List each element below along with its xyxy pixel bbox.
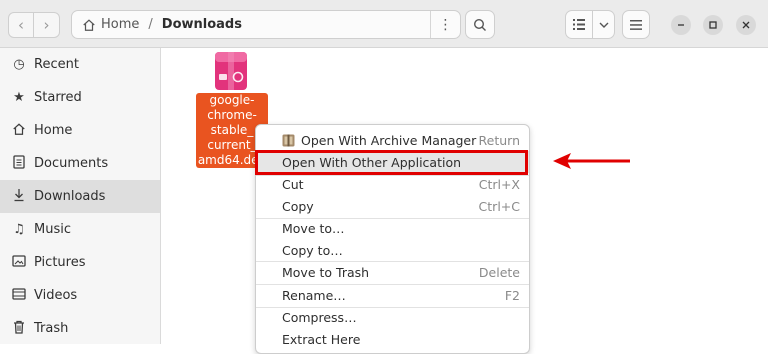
view-options-button[interactable]: [593, 10, 615, 39]
sidebar-item-label: Downloads: [34, 189, 106, 204]
sidebar-item-videos[interactable]: Videos: [0, 279, 160, 312]
menu-item-label: Move to…: [282, 220, 345, 236]
sidebar-item-label: Videos: [34, 288, 78, 303]
sidebar: ◷ Recent ★ Starred Home Documents Downlo…: [0, 48, 161, 344]
menu-item-label: Extract Here: [282, 331, 361, 347]
close-icon: [742, 21, 750, 29]
sidebar-item-label: Recent: [34, 57, 79, 72]
minimize-button[interactable]: [671, 15, 691, 35]
forward-button[interactable]: ›: [34, 12, 60, 38]
chevron-right-icon: ›: [43, 16, 50, 34]
menu-item-label: Copy to…: [282, 242, 343, 258]
maximize-button[interactable]: [703, 15, 723, 35]
menu-item-accelerator: Delete: [478, 264, 520, 280]
sidebar-item-documents[interactable]: Documents: [0, 147, 160, 180]
path-current[interactable]: Downloads: [162, 17, 242, 32]
video-icon: [11, 287, 27, 304]
menu-item-open-with-archive-manager[interactable]: Open With Archive Manager Return: [256, 129, 529, 151]
sidebar-item-label: Trash: [34, 321, 69, 336]
list-view-icon: [573, 19, 585, 30]
menu-item-compress[interactable]: Compress…: [256, 306, 529, 328]
menu-item-extract-here[interactable]: Extract Here: [256, 328, 529, 350]
file-name-line: chrome-: [207, 108, 257, 122]
search-icon: [473, 18, 486, 31]
trash-icon: [11, 320, 27, 338]
chevron-down-icon: [599, 22, 608, 28]
menu-item-label: Rename…: [282, 287, 346, 303]
menu-item-copy-to[interactable]: Copy to…: [256, 239, 529, 261]
back-button[interactable]: ‹: [8, 12, 34, 38]
path-separator: /: [148, 17, 153, 32]
sidebar-item-downloads[interactable]: Downloads: [0, 180, 160, 213]
sidebar-item-starred[interactable]: ★ Starred: [0, 81, 160, 114]
archive-manager-icon: [282, 134, 295, 146]
menu-item-label: Move to Trash: [282, 264, 370, 280]
menu-item-copy[interactable]: Copy Ctrl+C: [256, 195, 529, 217]
menu-item-label: Cut: [282, 176, 304, 192]
sidebar-item-label: Music: [34, 222, 71, 237]
kebab-menu-icon: ⋮: [438, 16, 453, 33]
sidebar-item-home[interactable]: Home: [0, 114, 160, 147]
menu-item-accelerator: Ctrl+X: [478, 176, 520, 192]
menu-item-label: Copy: [282, 198, 314, 214]
download-icon: [11, 188, 27, 206]
menu-item-accelerator: Ctrl+C: [478, 198, 520, 214]
picture-icon: [11, 254, 27, 271]
menu-item-accelerator: F2: [504, 287, 520, 303]
menu-item-label: Compress…: [282, 309, 357, 325]
list-view-button[interactable]: [565, 10, 593, 39]
sidebar-item-label: Home: [34, 123, 73, 138]
close-button[interactable]: [736, 15, 756, 35]
sidebar-item-label: Documents: [34, 156, 109, 171]
header-bar: ‹ › Home / Downloads ⋮: [0, 0, 768, 48]
sidebar-item-trash[interactable]: Trash: [0, 312, 160, 345]
view-toggle-group: [565, 10, 615, 39]
annotation-highlight-box: [255, 150, 528, 175]
annotation-arrow-icon: [553, 153, 630, 169]
clock-icon: ◷: [13, 57, 25, 72]
menu-item-rename[interactable]: Rename… F2: [256, 284, 529, 306]
menu-item-accelerator: Return: [478, 132, 520, 148]
search-button[interactable]: [465, 10, 495, 39]
minimize-icon: [678, 24, 684, 26]
path-home[interactable]: Home: [101, 17, 139, 32]
maximize-icon: [709, 21, 717, 29]
sidebar-item-label: Pictures: [34, 255, 86, 270]
menu-item-cut[interactable]: Cut Ctrl+X: [256, 173, 529, 195]
sidebar-item-label: Starred: [34, 90, 82, 105]
music-icon: ♫: [13, 222, 25, 237]
deb-package-icon[interactable]: [214, 51, 248, 91]
hamburger-icon: [630, 19, 642, 30]
menu-item-label: Open With Archive Manager: [301, 132, 477, 148]
sidebar-item-music[interactable]: ♫ Music: [0, 213, 160, 246]
star-icon: ★: [13, 90, 25, 105]
home-icon: [11, 122, 27, 140]
main-menu-button[interactable]: [622, 10, 650, 39]
chevron-left-icon: ‹: [18, 16, 24, 34]
sidebar-item-recent[interactable]: ◷ Recent: [0, 48, 160, 81]
path-bar[interactable]: Home / Downloads ⋮: [71, 10, 461, 39]
home-icon: [83, 18, 95, 31]
menu-item-move-to[interactable]: Move to…: [256, 217, 529, 239]
document-icon: [11, 154, 27, 173]
sidebar-item-pictures[interactable]: Pictures: [0, 246, 160, 279]
menu-item-move-to-trash[interactable]: Move to Trash Delete: [256, 261, 529, 283]
path-menu-button[interactable]: ⋮: [430, 11, 460, 38]
file-name-line: google-: [209, 93, 255, 107]
